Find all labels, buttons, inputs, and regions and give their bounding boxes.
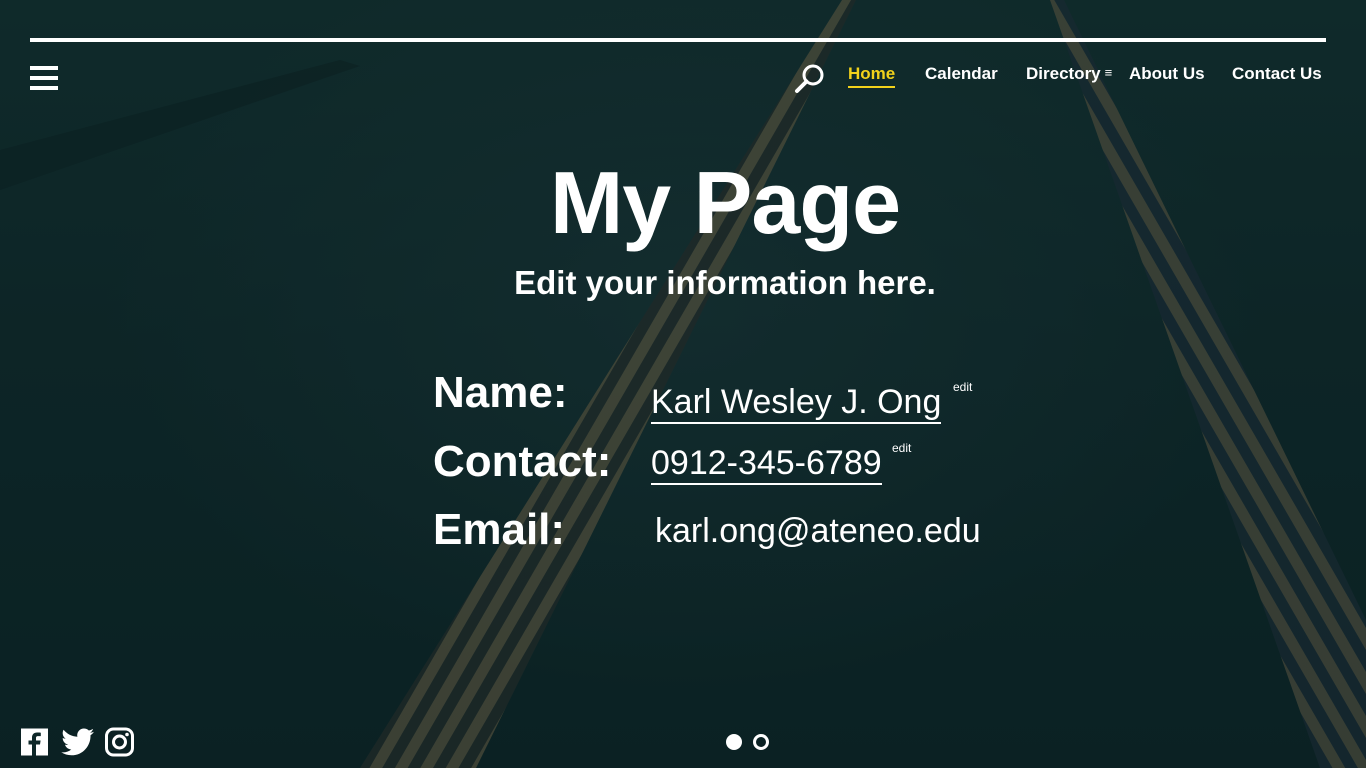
nav-directory[interactable]: Directory ≡ <box>1026 64 1112 84</box>
nav-contact-us[interactable]: Contact Us <box>1232 64 1322 84</box>
page-title: My Page <box>549 153 901 252</box>
name-edit-link[interactable]: edit <box>953 380 972 394</box>
email-label: Email: <box>433 505 566 554</box>
search-icon[interactable] <box>794 62 826 94</box>
nav-calendar[interactable]: Calendar <box>925 64 998 84</box>
nav-about-us[interactable]: About Us <box>1129 64 1205 84</box>
nav-directory-label: Directory <box>1026 64 1101 83</box>
submenu-icon: ≡ <box>1104 65 1113 80</box>
contact-value[interactable]: 0912-345-6789 <box>651 443 882 485</box>
header-divider <box>30 38 1326 42</box>
facebook-icon[interactable] <box>21 727 48 757</box>
hamburger-menu-icon[interactable] <box>30 66 58 92</box>
page-subtitle: Edit your information here. <box>514 264 936 301</box>
name-label: Name: <box>433 368 568 417</box>
instagram-icon[interactable] <box>105 727 134 757</box>
nav-home[interactable]: Home <box>848 64 896 88</box>
contact-edit-link[interactable]: edit <box>892 441 911 455</box>
slide-dot-2[interactable] <box>753 734 769 750</box>
name-value[interactable]: Karl Wesley J. Ong <box>651 382 942 424</box>
contact-label: Contact: <box>433 437 612 486</box>
twitter-icon[interactable] <box>61 727 94 757</box>
slide-dot-1[interactable] <box>726 734 742 750</box>
email-value: karl.ong@ateneo.edu <box>655 512 981 550</box>
